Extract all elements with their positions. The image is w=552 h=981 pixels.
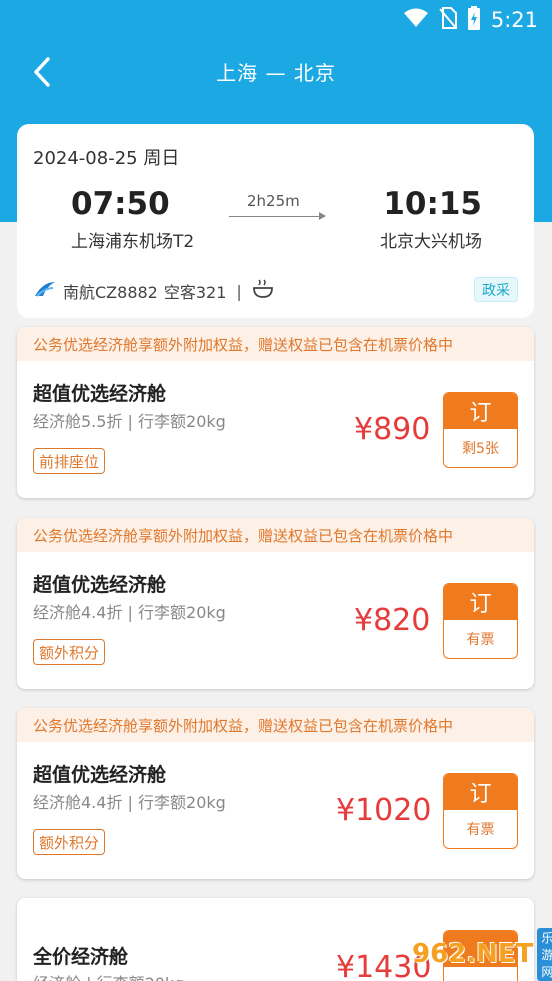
status-time: 5:21 [490, 8, 538, 32]
benefit-tag: 额外积分 [33, 639, 106, 665]
departure-airport: 上海浦东机场T2 [71, 232, 195, 252]
policy-badge: 政采 [474, 277, 518, 302]
meal-icon [252, 279, 274, 303]
book-label: 订 [444, 774, 517, 810]
book-button[interactable]: 订 剩5张 [443, 392, 518, 468]
book-label: 订 [444, 584, 517, 620]
fare-card: 公务优选经济舱享额外附加权益，赠送权益已包含在机票价格中 超值优选经济舱 经济舱… [17, 518, 534, 689]
wifi-icon [403, 8, 429, 32]
book-label: 订 [444, 393, 517, 429]
seat-availability: 剩5张 [462, 441, 499, 457]
fare-price: ¥1020 [336, 793, 432, 828]
promo-banner: 公务优选经济舱享额外附加权益，赠送权益已包含在机票价格中 [17, 518, 534, 552]
cabin-name: 超值优选经济舱 [33, 764, 167, 786]
status-bar: 5:21 [0, 0, 552, 40]
duration-arrow [229, 212, 326, 220]
aircraft-type: 空客321 [163, 283, 227, 302]
fare-card: 公务优选经济舱享额外附加权益，赠送权益已包含在机票价格中 超值优选经济舱 经济舱… [17, 708, 534, 879]
benefit-tag: 额外积分 [33, 829, 106, 855]
cabin-details: 经济舱4.4折 | 行李额20kg [33, 603, 226, 622]
airline-logo-icon [33, 280, 57, 302]
book-button[interactable]: 订 有票 [443, 583, 518, 659]
cabin-details: 经济舱 | 行李额20kg [33, 970, 184, 981]
benefit-tag: 前排座位 [33, 448, 106, 474]
flight-date: 2024-08-25 周日 [33, 148, 180, 169]
flight-info-row: 南航CZ8882 空客321 | [33, 279, 274, 303]
arrival-airport: 北京大兴机场 [380, 232, 482, 252]
flight-duration: 2h25m [247, 192, 300, 210]
promo-banner: 公务优选经济舱享额外附加权益，赠送权益已包含在机票价格中 [17, 708, 534, 742]
book-button[interactable]: 订 有票 [443, 773, 518, 849]
airline-flight-number: 南航CZ8882 [63, 283, 158, 302]
fare-price: ¥820 [354, 603, 431, 638]
watermark-logo: 962.NET [412, 939, 534, 969]
back-button[interactable] [22, 52, 62, 92]
cabin-name: 全价经济舱 [33, 946, 129, 968]
no-sim-icon [439, 7, 457, 33]
chevron-left-icon [34, 57, 50, 87]
seat-availability: 有票 [466, 822, 495, 838]
fare-card: 公务优选经济舱享额外附加权益，赠送权益已包含在机票价格中 超值优选经济舱 经济舱… [17, 327, 534, 498]
site-watermark: 962.NET 乐游网 [412, 927, 552, 981]
cabin-details: 经济舱5.5折 | 行李额20kg [33, 412, 226, 431]
departure-time: 07:50 [71, 186, 170, 222]
watermark-subtitle: 乐游网 [537, 927, 552, 981]
info-separator: | [236, 281, 242, 301]
cabin-name: 超值优选经济舱 [33, 574, 167, 596]
flight-summary-card: 2024-08-25 周日 07:50 上海浦东机场T2 2h25m 10:15… [17, 124, 534, 318]
fare-price: ¥890 [354, 412, 431, 447]
cabin-name: 超值优选经济舱 [33, 383, 167, 405]
promo-banner: 公务优选经济舱享额外附加权益，赠送权益已包含在机票价格中 [17, 327, 534, 361]
page-title: 上海 — 北京 [216, 60, 336, 85]
navigation-bar: 上海 — 北京 [0, 40, 552, 102]
battery-charging-icon [467, 6, 481, 34]
seat-availability: 有票 [466, 632, 495, 648]
cabin-details: 经济舱4.4折 | 行李额20kg [33, 793, 226, 812]
arrival-time: 10:15 [383, 186, 482, 222]
